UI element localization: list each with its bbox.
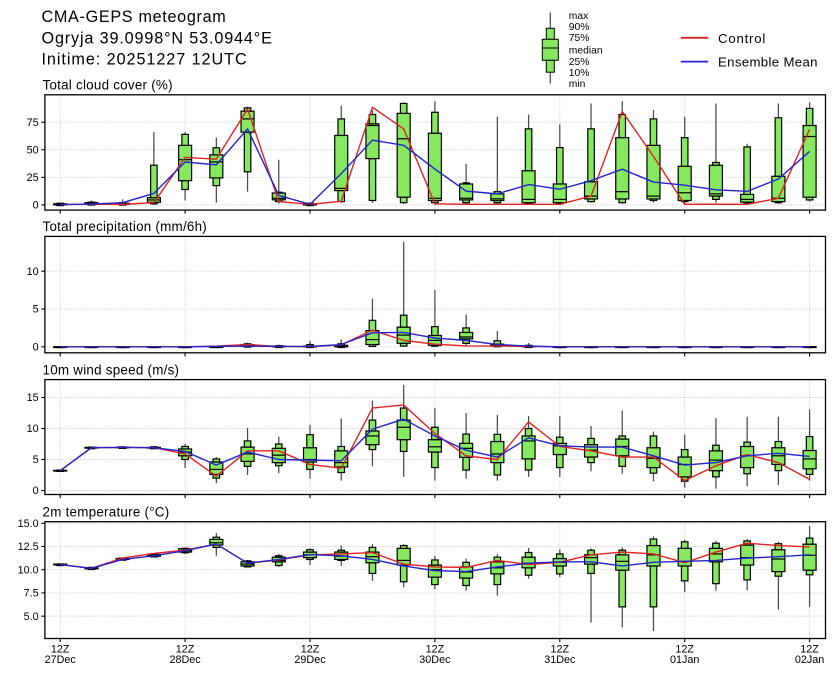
svg-text:Total cloud cover (%): Total cloud cover (%) xyxy=(43,78,173,93)
svg-text:5: 5 xyxy=(33,454,39,466)
svg-text:5.0: 5.0 xyxy=(24,611,39,623)
svg-text:5: 5 xyxy=(33,304,39,316)
svg-text:0: 0 xyxy=(33,485,39,497)
svg-text:Ogryja 39.0998°N 53.0944°E: Ogryja 39.0998°N 53.0944°E xyxy=(42,29,273,47)
svg-text:Initime: 20251227 12UTC: Initime: 20251227 12UTC xyxy=(42,50,248,68)
svg-text:Total precipitation (mm/6h): Total precipitation (mm/6h) xyxy=(43,219,208,234)
svg-text:15: 15 xyxy=(27,392,39,404)
svg-text:min: min xyxy=(569,79,586,90)
svg-text:15.0: 15.0 xyxy=(18,518,39,530)
svg-text:10: 10 xyxy=(27,423,39,435)
svg-text:0: 0 xyxy=(33,342,39,354)
svg-text:02Jan: 02Jan xyxy=(795,654,824,666)
svg-text:Control: Control xyxy=(718,31,766,46)
svg-text:27Dec: 27Dec xyxy=(45,654,77,666)
svg-text:Ensemble Mean: Ensemble Mean xyxy=(718,54,818,69)
svg-text:12.5: 12.5 xyxy=(18,541,39,553)
svg-text:30Dec: 30Dec xyxy=(419,654,451,666)
svg-text:2m temperature (°C): 2m temperature (°C) xyxy=(43,504,170,519)
svg-text:10: 10 xyxy=(27,266,39,278)
svg-text:01Jan: 01Jan xyxy=(670,654,699,666)
svg-text:25: 25 xyxy=(27,172,39,184)
svg-text:7.5: 7.5 xyxy=(24,588,39,600)
svg-text:10%: 10% xyxy=(569,68,590,79)
svg-text:10m wind speed (m/s): 10m wind speed (m/s) xyxy=(43,362,180,377)
svg-text:max: max xyxy=(569,11,589,22)
svg-text:75%: 75% xyxy=(569,33,590,44)
svg-text:28Dec: 28Dec xyxy=(169,654,201,666)
svg-text:25%: 25% xyxy=(569,57,590,68)
svg-text:90%: 90% xyxy=(569,22,590,33)
svg-text:31Dec: 31Dec xyxy=(544,654,576,666)
svg-text:75: 75 xyxy=(27,117,39,129)
svg-text:50: 50 xyxy=(27,144,39,156)
svg-text:10.0: 10.0 xyxy=(18,564,39,576)
svg-text:29Dec: 29Dec xyxy=(294,654,326,666)
svg-text:0: 0 xyxy=(33,200,39,212)
svg-text:CMA-GEPS meteogram: CMA-GEPS meteogram xyxy=(42,8,227,26)
svg-text:median: median xyxy=(569,46,603,57)
